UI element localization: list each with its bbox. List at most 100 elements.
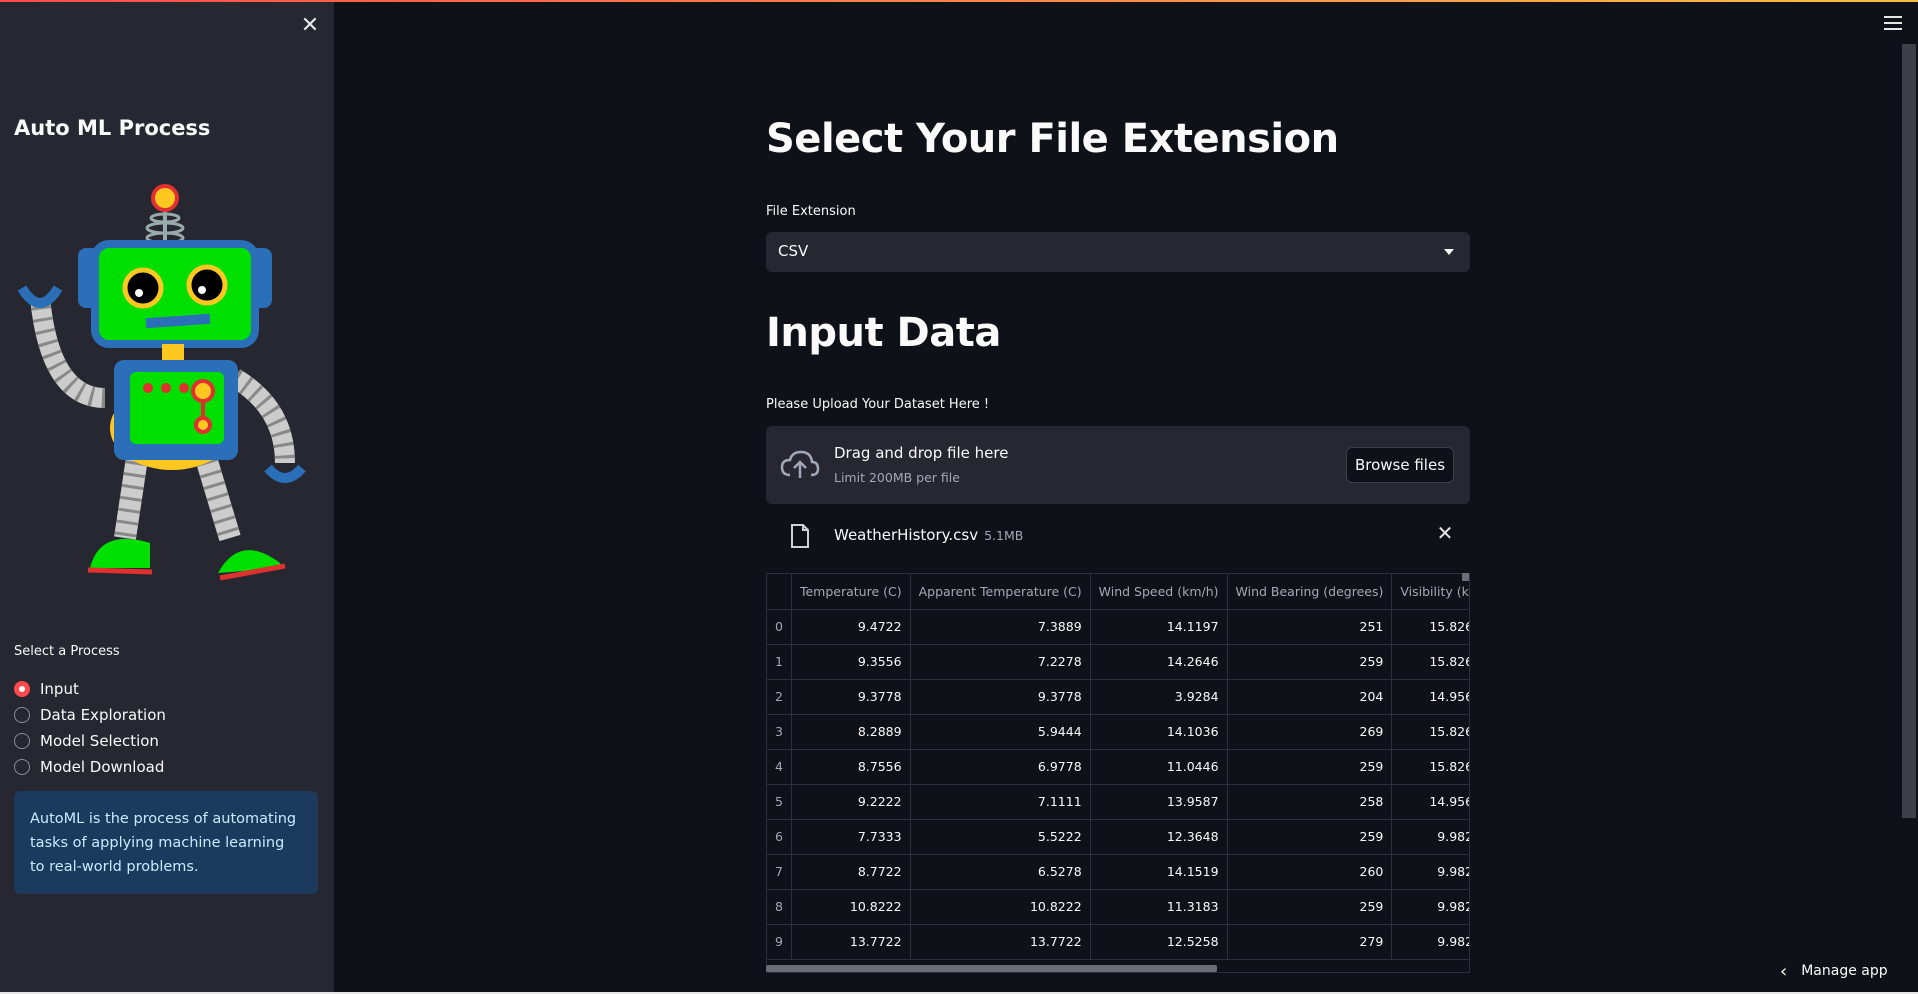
radio-model-download[interactable]: Model Download [14, 754, 166, 780]
table-cell[interactable]: 9.9820 [1391, 924, 1469, 960]
table-cell[interactable]: 204 [1227, 679, 1393, 715]
table-cell[interactable]: 6.5278 [910, 854, 1091, 890]
row-index[interactable]: 5 [767, 784, 792, 820]
table-cell[interactable]: 14.1197 [1090, 609, 1228, 645]
file-dropzone[interactable]: Drag and drop file here Limit 200MB per … [766, 426, 1470, 504]
data-table[interactable]: Temperature (C) Apparent Temperature (C)… [766, 573, 1470, 973]
table-cell[interactable]: 8.7722 [791, 854, 911, 890]
row-index[interactable]: 9 [767, 924, 792, 960]
remove-file-icon[interactable]: ✕ [1432, 520, 1458, 546]
table-cell[interactable]: 260 [1227, 854, 1393, 890]
table-cell[interactable]: 7.1111 [910, 784, 1091, 820]
table-row[interactable]: 67.73335.522212.36482599.9820 [767, 819, 1469, 855]
table-cell[interactable]: 14.1036 [1090, 714, 1228, 750]
file-extension-select[interactable]: CSV [766, 232, 1470, 272]
page-scrollbar[interactable] [1902, 44, 1916, 818]
table-cell[interactable]: 9.3556 [791, 644, 911, 680]
table-cell[interactable]: 15.8263 [1391, 714, 1469, 750]
radio-label: Model Download [40, 758, 165, 776]
table-cell[interactable]: 279 [1227, 924, 1393, 960]
row-index[interactable]: 0 [767, 609, 792, 645]
row-index[interactable]: 4 [767, 749, 792, 785]
table-cell[interactable]: 13.9587 [1090, 784, 1228, 820]
table-row[interactable]: 29.37789.37783.928420414.9569 [767, 679, 1469, 715]
manage-app-label: Manage app [1801, 963, 1888, 979]
table-cell[interactable]: 8.2889 [791, 714, 911, 750]
table-cell[interactable]: 9.9820 [1391, 889, 1469, 925]
section-title: Input Data [766, 310, 1001, 356]
table-cell[interactable]: 259 [1227, 749, 1393, 785]
table-row[interactable]: 19.35567.227814.264625915.8263 [767, 644, 1469, 680]
table-cell[interactable]: 7.3889 [910, 609, 1091, 645]
table-cell[interactable]: 9.2222 [791, 784, 911, 820]
row-index[interactable]: 1 [767, 644, 792, 680]
row-index[interactable]: 2 [767, 679, 792, 715]
table-cell[interactable]: 258 [1227, 784, 1393, 820]
table-cell[interactable]: 11.3183 [1090, 889, 1228, 925]
row-index[interactable]: 6 [767, 819, 792, 855]
radio-data-exploration[interactable]: Data Exploration [14, 702, 166, 728]
table-cell[interactable]: 14.1519 [1090, 854, 1228, 890]
info-box: AutoML is the process of automating task… [14, 791, 318, 894]
sidebar-title: Auto ML Process [14, 116, 211, 140]
table-cell[interactable]: 8.7556 [791, 749, 911, 785]
file-icon [791, 524, 809, 548]
row-index[interactable]: 8 [767, 889, 792, 925]
manage-app-button[interactable]: ‹ Manage app [1780, 958, 1888, 984]
horizontal-scrollbar[interactable] [766, 965, 1217, 972]
table-cell[interactable]: 11.0446 [1090, 749, 1228, 785]
table-cell[interactable]: 13.7722 [910, 924, 1091, 960]
table-cell[interactable]: 14.9569 [1391, 679, 1469, 715]
table-cell[interactable]: 9.9820 [1391, 854, 1469, 890]
column-header[interactable]: Wind Speed (km/h) [1090, 574, 1228, 610]
table-row[interactable]: 810.822210.822211.31832599.9820 [767, 889, 1469, 925]
table-cell[interactable]: 9.9820 [1391, 819, 1469, 855]
table-cell[interactable]: 7.7333 [791, 819, 911, 855]
row-index[interactable]: 3 [767, 714, 792, 750]
table-cell[interactable]: 269 [1227, 714, 1393, 750]
table-row[interactable]: 78.77226.527814.15192609.9820 [767, 854, 1469, 890]
table-cell[interactable]: 5.5222 [910, 819, 1091, 855]
table-cell[interactable]: 15.8263 [1391, 749, 1469, 785]
table-cell[interactable]: 7.2278 [910, 644, 1091, 680]
table-cell[interactable]: 15.8263 [1391, 644, 1469, 680]
column-header[interactable]: Temperature (C) [791, 574, 911, 610]
column-header[interactable]: Apparent Temperature (C) [910, 574, 1091, 610]
table-cell[interactable]: 259 [1227, 819, 1393, 855]
table-cell[interactable]: 5.9444 [910, 714, 1091, 750]
table-row[interactable]: 09.47227.388914.119725115.8263 [767, 609, 1469, 645]
table-cell[interactable]: 259 [1227, 644, 1393, 680]
index-header [767, 574, 792, 610]
table-cell[interactable]: 259 [1227, 889, 1393, 925]
table-cell[interactable]: 12.3648 [1090, 819, 1228, 855]
table-cell[interactable]: 251 [1227, 609, 1393, 645]
column-header[interactable]: Wind Bearing (degrees) [1227, 574, 1393, 610]
table-cell[interactable]: 9.3778 [910, 679, 1091, 715]
select-value: CSV [778, 242, 809, 260]
chevron-left-icon: ‹ [1780, 960, 1788, 982]
radio-model-selection[interactable]: Model Selection [14, 728, 166, 754]
table-row[interactable]: 48.75566.977811.044625915.8263 [767, 749, 1469, 785]
table-cell[interactable]: 3.9284 [1090, 679, 1228, 715]
table-cell[interactable]: 9.3778 [791, 679, 911, 715]
table-cell[interactable]: 6.9778 [910, 749, 1091, 785]
table-cell[interactable]: 9.4722 [791, 609, 911, 645]
close-sidebar-icon[interactable]: ✕ [296, 12, 324, 40]
table-cell[interactable]: 13.7722 [791, 924, 911, 960]
uploaded-file-row: WeatherHistory.csv 5.1MB ✕ [766, 516, 1470, 552]
table-row[interactable]: 59.22227.111113.958725814.9569 [767, 784, 1469, 820]
radio-input[interactable]: Input [14, 676, 166, 702]
table-cell[interactable]: 10.8222 [910, 889, 1091, 925]
hamburger-menu-icon[interactable] [1880, 12, 1906, 34]
row-index[interactable]: 7 [767, 854, 792, 890]
column-header[interactable]: Visibility (km [1391, 574, 1469, 610]
table-row[interactable]: 38.28895.944414.103626915.8263 [767, 714, 1469, 750]
table-row[interactable]: 913.772213.772212.52582799.9820 [767, 924, 1469, 960]
browse-files-button[interactable]: Browse files [1346, 447, 1454, 483]
vertical-scrollbar[interactable] [1462, 573, 1469, 581]
table-cell[interactable]: 15.8263 [1391, 609, 1469, 645]
table-cell[interactable]: 10.8222 [791, 889, 911, 925]
table-cell[interactable]: 14.2646 [1090, 644, 1228, 680]
table-cell[interactable]: 14.9569 [1391, 784, 1469, 820]
table-cell[interactable]: 12.5258 [1090, 924, 1228, 960]
